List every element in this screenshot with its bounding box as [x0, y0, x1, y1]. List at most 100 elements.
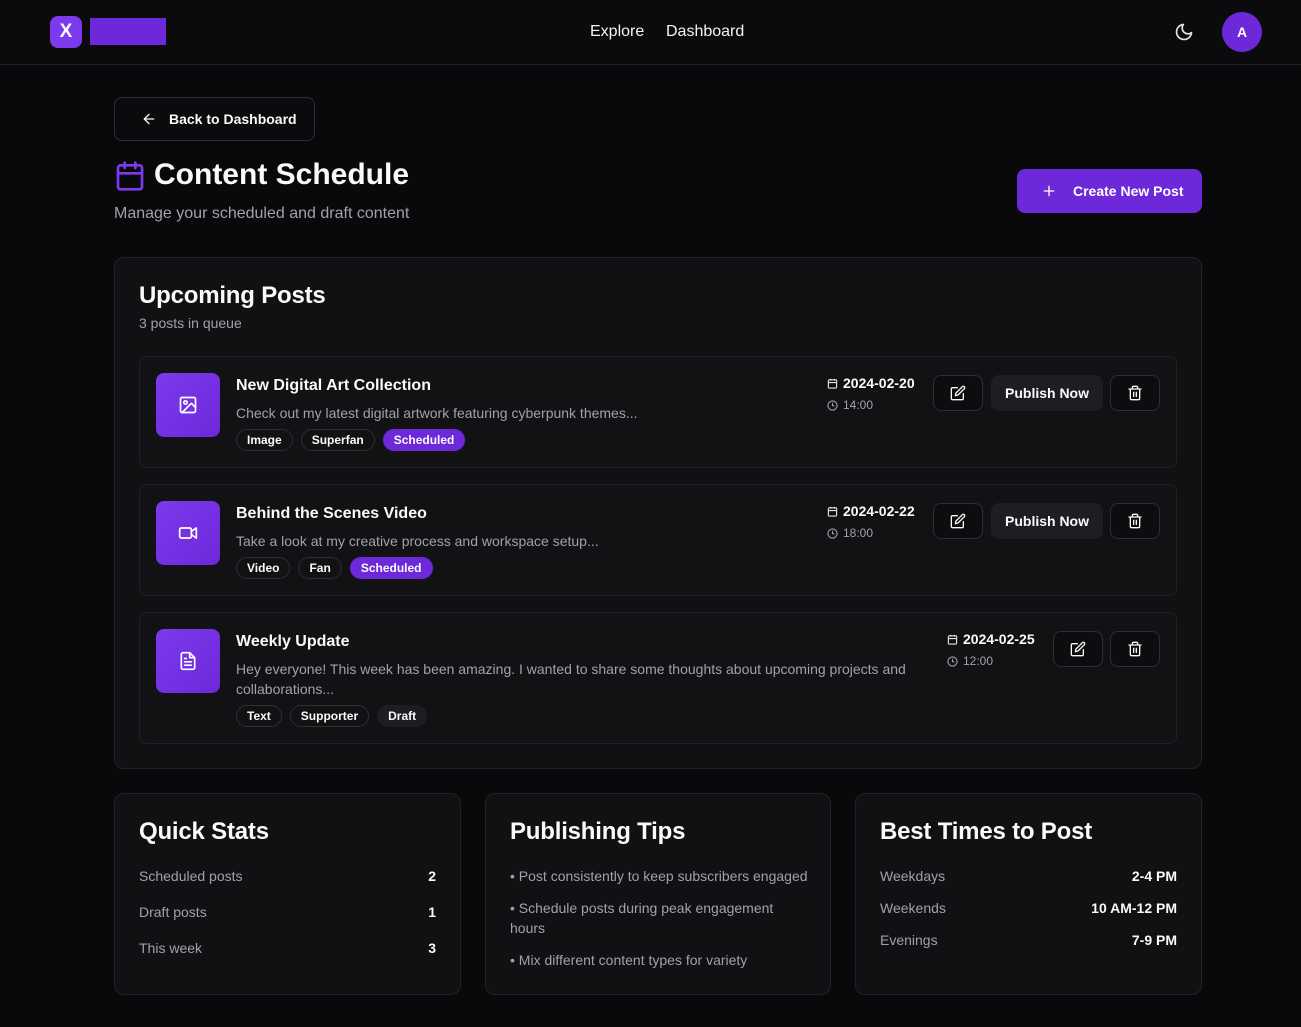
post-item[interactable]: New Digital Art Collection Check out my … — [139, 356, 1177, 468]
calendar-icon — [827, 506, 838, 517]
edit-post-button[interactable] — [1053, 631, 1103, 667]
trash-icon — [1127, 513, 1143, 529]
time-row: Weekdays 2-4 PM — [880, 868, 1177, 884]
back-button-label: Back to Dashboard — [169, 111, 297, 127]
post-date-value: 2024-02-20 — [843, 375, 915, 391]
plus-icon — [1041, 183, 1057, 199]
post-time: 14:00 — [827, 398, 873, 412]
publishing-tips-title: Publishing Tips — [510, 818, 686, 845]
clock-icon — [827, 527, 838, 539]
calendar-icon — [114, 160, 146, 192]
post-description: Check out my latest digital artwork feat… — [236, 405, 638, 421]
stat-row: Draft posts 1 — [139, 904, 436, 920]
post-item[interactable]: Weekly Update Hey everyone! This week ha… — [139, 612, 1177, 744]
best-times-card: Best Times to Post Weekdays 2-4 PM Weeke… — [855, 793, 1202, 995]
post-time: 12:00 — [947, 654, 993, 668]
post-date: 2024-02-20 — [827, 375, 915, 391]
video-icon — [156, 501, 220, 565]
trash-icon — [1127, 385, 1143, 401]
clock-icon — [947, 655, 958, 667]
status-badge: Scheduled — [382, 429, 466, 451]
tag-type: Text — [236, 705, 282, 727]
time-row: Evenings 7-9 PM — [880, 932, 1177, 948]
publishing-tips-card: Publishing Tips • Post consistently to k… — [485, 793, 831, 995]
delete-post-button[interactable] — [1110, 503, 1160, 539]
post-title: Behind the Scenes Video — [236, 505, 427, 522]
stat-label: This week — [139, 940, 203, 956]
posts-queue-count: 3 posts in queue — [139, 315, 242, 331]
stat-value: 1 — [428, 904, 436, 920]
post-tags: Video Fan Scheduled — [236, 557, 433, 579]
status-badge: Scheduled — [349, 557, 433, 579]
moon-icon — [1174, 22, 1194, 42]
post-description-line: collaborations... — [236, 681, 335, 697]
stat-label: Scheduled posts — [139, 868, 243, 884]
page-subtitle: Manage your scheduled and draft content — [114, 205, 410, 222]
edit-icon — [950, 513, 966, 529]
upcoming-posts-card: Upcoming Posts 3 posts in queue New Digi… — [114, 257, 1202, 769]
stat-row: This week 3 — [139, 940, 436, 956]
upcoming-posts-title: Upcoming Posts — [139, 282, 326, 309]
post-time: 18:00 — [827, 526, 873, 540]
delete-post-button[interactable] — [1110, 375, 1160, 411]
post-date-value: 2024-02-22 — [843, 503, 915, 519]
clock-icon — [827, 399, 838, 411]
tag-tier: Supporter — [289, 705, 370, 727]
top-nav: X Explore Dashboard A — [0, 0, 1301, 65]
quick-stats-title: Quick Stats — [139, 818, 269, 845]
time-label: Evenings — [880, 932, 938, 948]
publish-now-button[interactable]: Publish Now — [991, 375, 1103, 411]
theme-toggle-button[interactable] — [1174, 22, 1194, 42]
post-time-value: 12:00 — [963, 654, 994, 668]
stat-value: 3 — [428, 940, 436, 956]
post-tags: Image Superfan Scheduled — [236, 429, 466, 451]
edit-icon — [1070, 641, 1086, 657]
post-date: 2024-02-22 — [827, 503, 915, 519]
post-description: Take a look at my creative process and w… — [236, 533, 599, 549]
post-tags: Text Supporter Draft — [236, 705, 428, 727]
document-icon — [156, 629, 220, 693]
time-label: Weekends — [880, 900, 946, 916]
page-title: Content Schedule — [154, 158, 410, 191]
post-date-value: 2024-02-25 — [963, 631, 1035, 647]
stat-label: Draft posts — [139, 904, 207, 920]
time-value: 7-9 PM — [1131, 932, 1177, 948]
time-row: Weekends 10 AM-12 PM — [880, 900, 1177, 916]
avatar[interactable]: A — [1222, 12, 1262, 52]
status-badge: Draft — [377, 705, 428, 727]
nav-link-explore[interactable]: Explore — [590, 23, 644, 41]
delete-post-button[interactable] — [1110, 631, 1160, 667]
calendar-icon — [827, 378, 838, 389]
stat-value: 2 — [428, 868, 436, 884]
time-label: Weekdays — [880, 868, 946, 884]
publish-now-button[interactable]: Publish Now — [991, 503, 1103, 539]
post-date: 2024-02-25 — [947, 631, 1035, 647]
tip-item: • Mix different content types for variet… — [510, 952, 748, 968]
post-description-line: Hey everyone! This week has been amazing… — [236, 661, 906, 677]
post-item[interactable]: Behind the Scenes Video Take a look at m… — [139, 484, 1177, 596]
tip-item: • Schedule posts during peak engagement … — [510, 900, 774, 936]
edit-post-button[interactable] — [933, 503, 983, 539]
time-value: 2-4 PM — [1131, 868, 1177, 884]
image-icon — [156, 373, 220, 437]
create-new-post-button[interactable]: Create New Post — [1017, 169, 1202, 213]
stat-row: Scheduled posts 2 — [139, 868, 436, 884]
logo[interactable]: X — [50, 16, 82, 48]
trash-icon — [1127, 641, 1143, 657]
post-title: New Digital Art Collection — [236, 377, 431, 394]
nav-link-dashboard[interactable]: Dashboard — [666, 23, 744, 41]
post-title: Weekly Update — [236, 633, 350, 650]
tag-type: Video — [236, 557, 291, 579]
tip-item: • Post consistently to keep subscribers … — [510, 868, 808, 884]
arrow-left-icon — [141, 111, 157, 127]
logo-wordmark[interactable] — [90, 18, 166, 45]
create-post-label: Create New Post — [1073, 183, 1184, 199]
tag-tier: Fan — [298, 557, 342, 579]
post-time-value: 14:00 — [843, 398, 874, 412]
back-to-dashboard-button[interactable]: Back to Dashboard — [114, 97, 315, 141]
best-times-title: Best Times to Post — [880, 818, 1093, 845]
edit-icon — [950, 385, 966, 401]
post-time-value: 18:00 — [843, 526, 874, 540]
edit-post-button[interactable] — [933, 375, 983, 411]
post-description: Hey everyone! This week has been amazing… — [236, 659, 936, 699]
